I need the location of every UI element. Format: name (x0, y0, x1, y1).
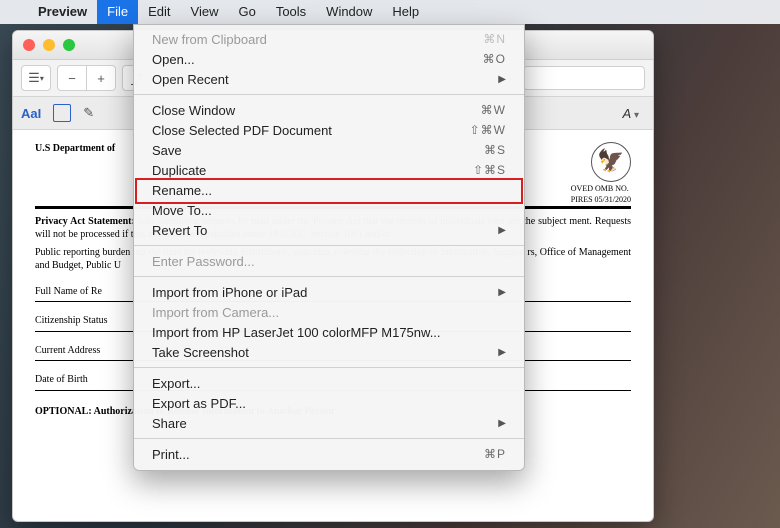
close-button[interactable] (23, 39, 35, 51)
menu-file[interactable]: File (97, 0, 138, 24)
omb-text: OVED OMB NO.PIRES 05/31/2020 (571, 184, 631, 206)
menu-item-print[interactable]: Print...⌘P (134, 444, 524, 464)
menu-app[interactable]: Preview (28, 0, 97, 24)
menu-item-duplicate[interactable]: Duplicate⇧⌘S (134, 160, 524, 180)
menu-item-export[interactable]: Export... (134, 373, 524, 393)
menubar: Preview File Edit View Go Tools Window H… (0, 0, 780, 24)
submenu-arrow-icon: ▶ (498, 287, 506, 298)
submenu-arrow-icon: ▶ (498, 347, 506, 358)
menu-item-take-screenshot[interactable]: Take Screenshot▶ (134, 342, 524, 362)
menu-item-open-recent[interactable]: Open Recent▶ (134, 69, 524, 89)
font-picker[interactable]: A (623, 106, 645, 121)
menu-item-import-from-iphone-or-ipad[interactable]: Import from iPhone or iPad▶ (134, 282, 524, 302)
menu-item-rename[interactable]: Rename... (134, 180, 524, 200)
menu-item-import-from-hp-laserjet-100-colormfp-m175nw[interactable]: Import from HP LaserJet 100 colorMFP M17… (134, 322, 524, 342)
sidebar-toggle-button[interactable]: ☰▾ (21, 65, 51, 91)
menu-item-enter-password: Enter Password... (134, 251, 524, 271)
menu-window[interactable]: Window (316, 0, 382, 24)
shape-tool[interactable] (53, 104, 71, 122)
minimize-button[interactable] (43, 39, 55, 51)
maximize-button[interactable] (63, 39, 75, 51)
zoom-group: − + (57, 65, 116, 91)
zoom-in-button[interactable]: + (86, 65, 116, 91)
file-menu-dropdown: New from Clipboard⌘NOpen...⌘OOpen Recent… (133, 24, 525, 471)
menu-item-revert-to[interactable]: Revert To▶ (134, 220, 524, 240)
dept-heading: U.S Department of (35, 142, 115, 156)
submenu-arrow-icon: ▶ (498, 418, 506, 429)
menu-item-new-from-clipboard: New from Clipboard⌘N (134, 29, 524, 49)
menu-edit[interactable]: Edit (138, 0, 180, 24)
menu-item-share[interactable]: Share▶ (134, 413, 524, 433)
submenu-arrow-icon: ▶ (498, 225, 506, 236)
menu-item-save[interactable]: Save⌘S (134, 140, 524, 160)
seal-icon: 🦅 (591, 142, 631, 182)
menu-go[interactable]: Go (228, 0, 265, 24)
menu-item-close-selected-pdf-document[interactable]: Close Selected PDF Document⇧⌘W (134, 120, 524, 140)
zoom-out-button[interactable]: − (57, 65, 86, 91)
menu-view[interactable]: View (181, 0, 229, 24)
menu-help[interactable]: Help (382, 0, 429, 24)
search-input[interactable] (523, 66, 645, 90)
submenu-arrow-icon: ▶ (498, 74, 506, 85)
menu-item-export-as-pdf[interactable]: Export as PDF... (134, 393, 524, 413)
menu-item-close-window[interactable]: Close Window⌘W (134, 100, 524, 120)
menu-item-import-from-camera: Import from Camera... (134, 302, 524, 322)
menu-item-open[interactable]: Open...⌘O (134, 49, 524, 69)
menu-item-move-to[interactable]: Move To... (134, 200, 524, 220)
text-style-tool[interactable]: AaI (21, 106, 41, 121)
menu-tools[interactable]: Tools (266, 0, 316, 24)
desktop: Preview File Edit View Go Tools Window H… (0, 0, 780, 528)
sign-tool[interactable]: ✎ (83, 105, 94, 121)
